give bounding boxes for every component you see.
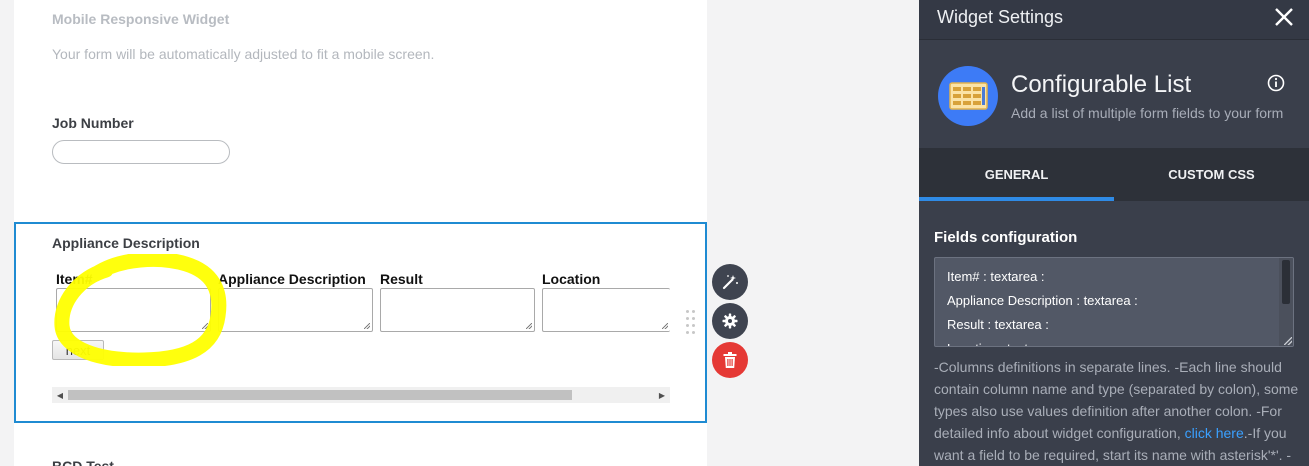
- gear-icon: [722, 313, 738, 329]
- resize-grip-icon[interactable]: [1284, 337, 1292, 345]
- fields-line: Location : textarea :: [947, 337, 1293, 346]
- fields-configuration-textarea[interactable]: Item# : textarea : Appliance Description…: [934, 257, 1294, 347]
- column-header-location: Location: [542, 271, 601, 287]
- horizontal-scrollbar[interactable]: ◀ ▶: [52, 387, 670, 403]
- wand-button[interactable]: [712, 264, 748, 300]
- tab-general[interactable]: GENERAL: [919, 148, 1114, 201]
- column-header-item: Item#: [56, 271, 93, 287]
- column-header-result: Result: [380, 271, 423, 287]
- magic-wand-icon: [722, 275, 738, 290]
- mobile-widget-subtitle: Your form will be automatically adjusted…: [52, 46, 435, 62]
- widget-name: Configurable List: [1011, 71, 1192, 98]
- scroll-left-icon[interactable]: ◀: [52, 387, 68, 403]
- trash-icon: [723, 352, 737, 368]
- fields-line: Result : textarea :: [947, 317, 1049, 332]
- info-icon[interactable]: [1267, 74, 1285, 92]
- textarea-scrollbar[interactable]: [1279, 258, 1293, 346]
- next-question-label: BCD Test: [52, 458, 114, 466]
- panel-title: Widget Settings: [937, 7, 1064, 27]
- location-textarea[interactable]: [542, 288, 670, 332]
- configurable-list-icon: [938, 66, 998, 126]
- scroll-right-icon[interactable]: ▶: [654, 387, 670, 403]
- drag-handle-icon[interactable]: [686, 308, 696, 340]
- tab-custom-css[interactable]: CUSTOM CSS: [1114, 148, 1309, 201]
- delete-button[interactable]: [712, 342, 748, 378]
- settings-button[interactable]: [712, 303, 748, 339]
- help-link[interactable]: click here: [1185, 425, 1244, 441]
- fields-help-text: -Columns definitions in separate lines. …: [934, 356, 1300, 466]
- settings-tabs: GENERAL CUSTOM CSS: [919, 148, 1309, 201]
- widget-settings-panel: Widget Settings Configurable List Add a …: [919, 0, 1309, 466]
- appliance-description-label: Appliance Description: [52, 235, 200, 251]
- job-number-label: Job Number: [52, 115, 134, 131]
- fields-line: Appliance Description : textarea :: [947, 293, 1138, 308]
- fields-line: Item# : textarea :: [947, 269, 1045, 284]
- close-icon[interactable]: [1271, 4, 1297, 30]
- widget-description: Add a list of multiple form fields to yo…: [1011, 105, 1284, 121]
- next-button[interactable]: next: [52, 340, 104, 360]
- panel-header: Widget Settings: [919, 0, 1309, 40]
- form-canvas: Mobile Responsive Widget Your form will …: [14, 0, 707, 466]
- column-header-appliance-description: Appliance Description: [218, 271, 366, 287]
- scrollbar-thumb[interactable]: [68, 390, 572, 400]
- result-textarea[interactable]: [380, 288, 535, 332]
- item-textarea[interactable]: [56, 288, 211, 332]
- job-number-input[interactable]: [52, 140, 230, 164]
- mobile-widget-title: Mobile Responsive Widget: [52, 11, 230, 27]
- fields-configuration-title: Fields configuration: [934, 229, 1078, 246]
- appliance-description-textarea[interactable]: [218, 288, 373, 332]
